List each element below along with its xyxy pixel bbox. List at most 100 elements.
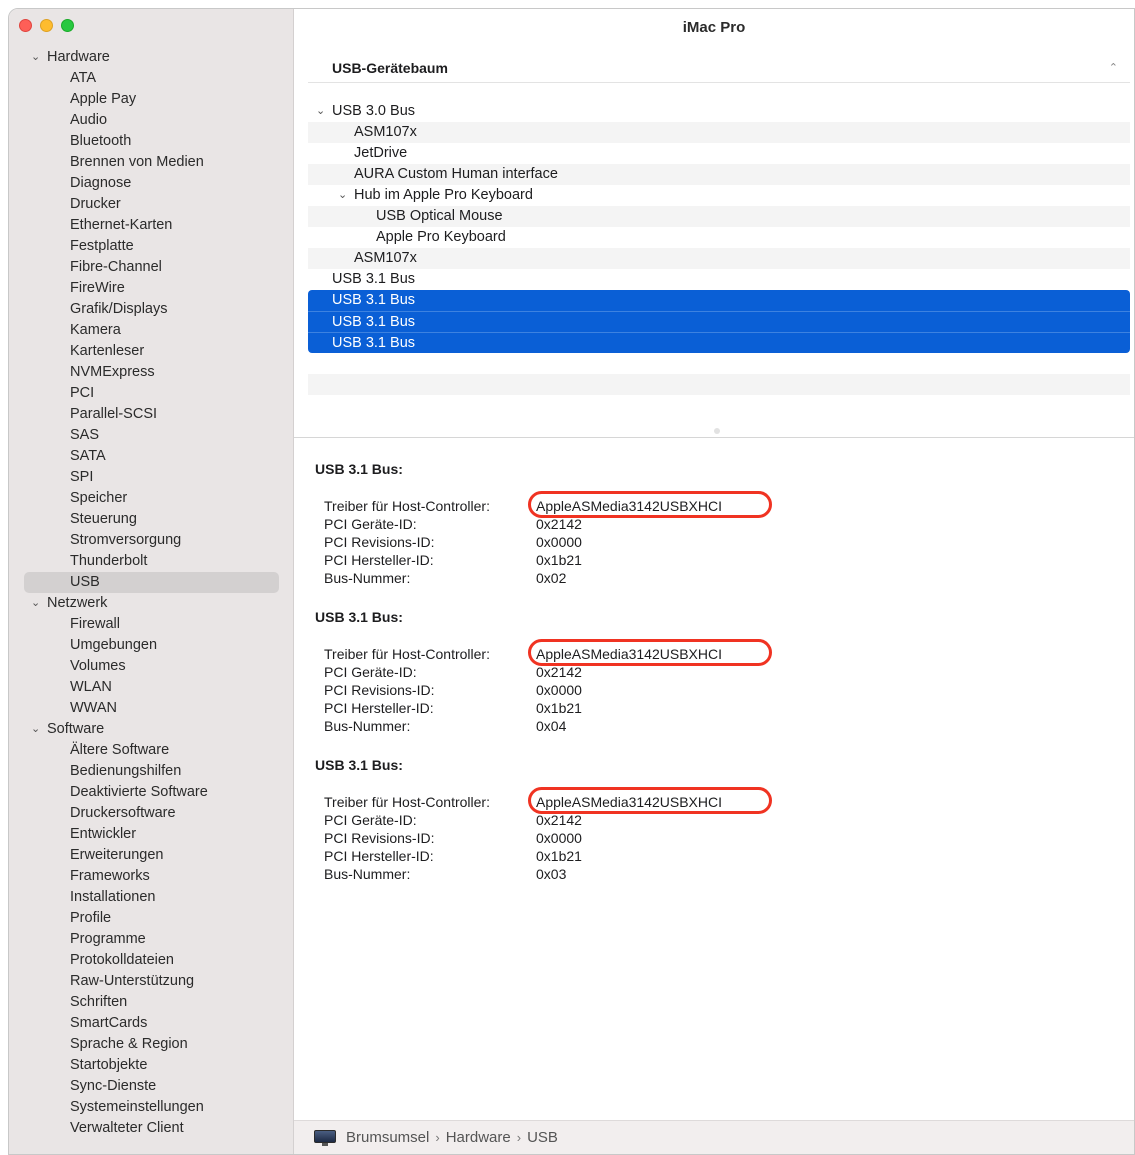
sidebar-item-erweiterungen[interactable]: Erweiterungen <box>9 845 294 866</box>
sort-chevron-up-icon[interactable]: ⌃ <box>1109 53 1118 83</box>
sidebar-item-ältere-software[interactable]: Ältere Software <box>9 740 294 761</box>
sidebar-item-schriften[interactable]: Schriften <box>9 992 294 1013</box>
sidebar-item-thunderbolt[interactable]: Thunderbolt <box>9 551 294 572</box>
sidebar-group-hardware[interactable]: ⌄ Hardware <box>9 47 294 68</box>
sidebar-item-entwickler[interactable]: Entwickler <box>9 824 294 845</box>
sidebar-item-drucker[interactable]: Drucker <box>9 194 294 215</box>
sidebar-item-programme[interactable]: Programme <box>9 929 294 950</box>
property-key: PCI Geräte-ID: <box>324 812 417 828</box>
breadcrumb: Brumsumsel › Hardware › USB <box>314 1121 558 1154</box>
sidebar-item-systemeinstellungen[interactable]: Systemeinstellungen <box>9 1097 294 1118</box>
sidebar-label: USB <box>70 574 100 590</box>
sidebar-item-sata[interactable]: SATA <box>9 446 294 467</box>
tree-row-label: AURA Custom Human interface <box>354 166 558 182</box>
tree-row-hub-im-apple-pro-keyboard[interactable]: ⌄ Hub im Apple Pro Keyboard <box>308 185 1130 206</box>
sidebar-item-festplatte[interactable]: Festplatte <box>9 236 294 257</box>
sidebar-item-pci[interactable]: PCI <box>9 383 294 404</box>
split-view-handle[interactable] <box>714 428 720 434</box>
sidebar-label: Verwalteter Client <box>70 1120 184 1136</box>
tree-row-label: USB 3.1 Bus <box>332 271 416 287</box>
sidebar-item-volumes[interactable]: Volumes <box>9 656 294 677</box>
sidebar-item-usb[interactable]: USB <box>24 572 279 593</box>
sidebar-item-installationen[interactable]: Installationen <box>9 887 294 908</box>
breadcrumb-item-usb[interactable]: USB <box>527 1121 558 1154</box>
sidebar-item-audio[interactable]: Audio <box>9 110 294 131</box>
sidebar-item-kartenleser[interactable]: Kartenleser <box>9 341 294 362</box>
breadcrumb-item-hardware[interactable]: Hardware <box>446 1121 511 1154</box>
sidebar-item-protokolldateien[interactable]: Protokolldateien <box>9 950 294 971</box>
sidebar-item-sas[interactable]: SAS <box>9 425 294 446</box>
minimize-window-button[interactable] <box>40 19 53 32</box>
tree-column-header[interactable]: USB-Gerätebaum ⌃ <box>308 53 1130 83</box>
sidebar-item-firewall[interactable]: Firewall <box>9 614 294 635</box>
chevron-down-icon[interactable]: ⌄ <box>31 593 40 614</box>
tree-row-asm107x[interactable]: ASM107x <box>308 248 1130 269</box>
sidebar-item-wwan[interactable]: WWAN <box>9 698 294 719</box>
bus-properties: Treiber für Host-Controller: AppleASMedia… <box>324 787 772 883</box>
breadcrumb-item-brumsumsel[interactable]: Brumsumsel <box>346 1121 429 1154</box>
property-key: Bus-Nummer: <box>324 718 411 734</box>
tree-row-usb-3-0-bus[interactable]: ⌄ USB 3.0 Bus <box>308 101 1130 122</box>
sidebar-label: Deaktivierte Software <box>70 784 208 800</box>
property-key: PCI Geräte-ID: <box>324 664 417 680</box>
zoom-window-button[interactable] <box>61 19 74 32</box>
tree-row-usb-3-1-bus[interactable]: USB 3.1 Bus <box>308 332 1130 353</box>
sidebar-item-fibre-channel[interactable]: Fibre-Channel <box>9 257 294 278</box>
bus-title: USB 3.1 Bus: <box>315 609 403 625</box>
disclosure-chevron-down-icon[interactable]: ⌄ <box>316 101 325 122</box>
sidebar-item-spi[interactable]: SPI <box>9 467 294 488</box>
sidebar-item-frameworks[interactable]: Frameworks <box>9 866 294 887</box>
sidebar-item-druckersoftware[interactable]: Druckersoftware <box>9 803 294 824</box>
sidebar-item-steuerung[interactable]: Steuerung <box>9 509 294 530</box>
sidebar-item-parallel-scsi[interactable]: Parallel-SCSI <box>9 404 294 425</box>
sidebar-item-nvmexpress[interactable]: NVMExpress <box>9 362 294 383</box>
tree-row-usb-3-1-bus[interactable]: USB 3.1 Bus <box>308 269 1130 290</box>
close-window-button[interactable] <box>19 19 32 32</box>
sidebar-item-diagnose[interactable]: Diagnose <box>9 173 294 194</box>
sidebar-group-software[interactable]: ⌄ Software <box>9 719 294 740</box>
sidebar-item-bluetooth[interactable]: Bluetooth <box>9 131 294 152</box>
property-row: PCI Geräte-ID: 0x2142 <box>324 515 582 533</box>
property-row: PCI Hersteller-ID: 0x1b21 <box>324 699 582 717</box>
bus-detail-block: USB 3.1 Bus: Treiber für Host-Controller:… <box>315 755 772 883</box>
tree-header-label: USB-Gerätebaum <box>332 60 448 76</box>
sidebar-item-umgebungen[interactable]: Umgebungen <box>9 635 294 656</box>
chevron-down-icon[interactable]: ⌄ <box>31 47 40 68</box>
sidebar-item-wlan[interactable]: WLAN <box>9 677 294 698</box>
sidebar-item-sprache-region[interactable]: Sprache & Region <box>9 1034 294 1055</box>
sidebar-group-netzwerk[interactable]: ⌄ Netzwerk <box>9 593 294 614</box>
sidebar-item-ethernet-karten[interactable]: Ethernet-Karten <box>9 215 294 236</box>
sidebar-item-apple-pay[interactable]: Apple Pay <box>9 89 294 110</box>
system-information-window: ⌄ Hardware ATA Apple Pay Audio Bluetooth Brenn… <box>8 8 1135 1155</box>
sidebar-item-brennen-von-medien[interactable]: Brennen von Medien <box>9 152 294 173</box>
chevron-down-icon[interactable]: ⌄ <box>31 719 40 740</box>
sidebar-label: Brennen von Medien <box>70 154 204 170</box>
tree-row-asm107x[interactable]: ASM107x <box>308 122 1130 143</box>
tree-row-aura-custom-human-interface[interactable]: AURA Custom Human interface <box>308 164 1130 185</box>
sidebar-item-startobjekte[interactable]: Startobjekte <box>9 1055 294 1076</box>
tree-row-usb-3-1-bus[interactable]: USB 3.1 Bus <box>308 290 1130 311</box>
property-row: PCI Revisions-ID: 0x0000 <box>324 829 582 847</box>
tree-row-jetdrive[interactable]: JetDrive <box>308 143 1130 164</box>
sidebar-item-grafik-displays[interactable]: Grafik/Displays <box>9 299 294 320</box>
sidebar-item-smartcards[interactable]: SmartCards <box>9 1013 294 1034</box>
tree-row-apple-pro-keyboard[interactable]: Apple Pro Keyboard <box>308 227 1130 248</box>
disclosure-chevron-down-icon[interactable]: ⌄ <box>338 185 347 206</box>
sidebar-item-kamera[interactable]: Kamera <box>9 320 294 341</box>
sidebar-item-stromversorgung[interactable]: Stromversorgung <box>9 530 294 551</box>
sidebar-item-firewire[interactable]: FireWire <box>9 278 294 299</box>
sidebar-item-ata[interactable]: ATA <box>9 68 294 89</box>
sidebar-label: Ethernet-Karten <box>70 217 173 233</box>
split-divider[interactable] <box>294 437 1134 438</box>
sidebar-item-deaktivierte-software[interactable]: Deaktivierte Software <box>9 782 294 803</box>
sidebar-label: Bedienungshilfen <box>70 763 182 779</box>
sidebar-item-raw-unterstützung[interactable]: Raw-Unterstützung <box>9 971 294 992</box>
tree-row-usb-3-1-bus[interactable]: USB 3.1 Bus <box>308 311 1130 332</box>
property-key: PCI Hersteller-ID: <box>324 552 434 568</box>
sidebar-item-bedienungshilfen[interactable]: Bedienungshilfen <box>9 761 294 782</box>
sidebar-item-verwalteter-client[interactable]: Verwalteter Client <box>9 1118 294 1139</box>
sidebar-item-speicher[interactable]: Speicher <box>9 488 294 509</box>
sidebar-item-profile[interactable]: Profile <box>9 908 294 929</box>
sidebar-item-sync-dienste[interactable]: Sync-Dienste <box>9 1076 294 1097</box>
tree-row-usb-optical-mouse[interactable]: USB Optical Mouse <box>308 206 1130 227</box>
